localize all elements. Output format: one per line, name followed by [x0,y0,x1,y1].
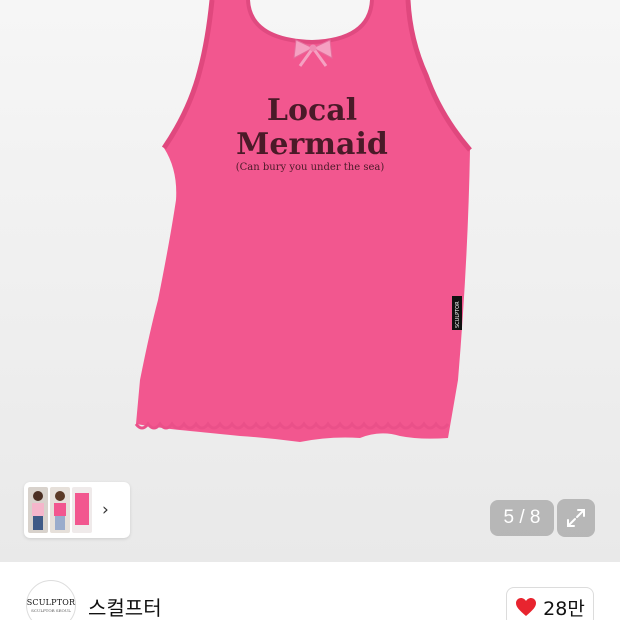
seller-logo-text: SCULPTOR [26,597,76,607]
page-counter: 5 / 8 [490,500,554,536]
seller-avatar[interactable]: SCULPTOR SCULPTOR SEOUL [26,580,76,620]
heart-icon [516,598,537,616]
shirt-title-line1: Local [267,93,357,128]
thumbnail-strip[interactable]: › [24,482,130,538]
shirt-title-line2: Mermaid [236,127,388,162]
seller-name[interactable]: 스컬프터 [88,592,162,620]
like-count: 28만 [543,597,585,620]
product-image-viewer[interactable]: Local Mermaid (Can bury you under the se… [0,0,620,562]
product-photo: Local Mermaid (Can bury you under the se… [134,0,472,442]
chevron-right-icon[interactable]: › [102,501,109,519]
thumbnail-1[interactable] [28,487,48,533]
thumbnail-2[interactable] [50,487,70,533]
seller-logo-sub: SCULPTOR SEOUL [31,607,71,613]
seller-bar: SCULPTOR SCULPTOR SEOUL 스컬프터 28만 [0,562,620,620]
svg-text:SCULPTOR: SCULPTOR [455,301,461,328]
shirt-tagline: (Can bury you under the sea) [236,162,385,173]
expand-button[interactable] [557,499,595,537]
expand-icon [567,509,585,527]
like-button[interactable]: 28만 [506,587,594,620]
thumbnail-3[interactable] [72,487,92,533]
